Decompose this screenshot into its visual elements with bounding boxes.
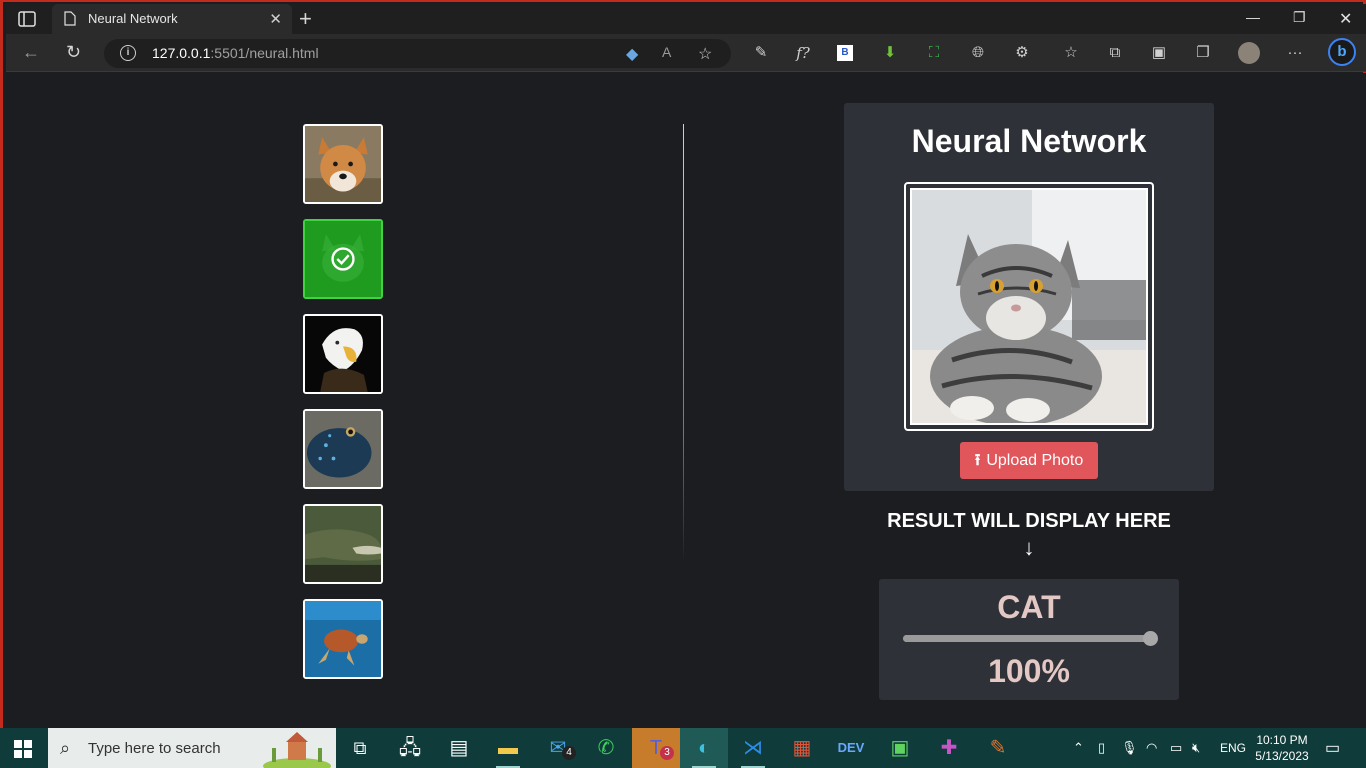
restore-icon[interactable]: ❐ [1293,9,1306,26]
refresh-icon[interactable]: ↻ [66,42,81,63]
confidence-knob [1143,631,1158,646]
url-path: :5501/neural.html [210,45,319,61]
search-placeholder: Type here to search [88,740,221,757]
result-class: CAT [997,589,1061,625]
taskbar-search[interactable]: ⌕ Type here to search [48,728,336,768]
minimize-icon[interactable]: — [1246,9,1260,25]
news-app-icon[interactable]: ▤ [435,728,483,768]
terminal-app-icon[interactable]: ▣ [876,728,924,768]
browser-window: Neural Network ✕ + — ❐ ✕ ← ↻ i 127.0.0.1… [0,0,1366,730]
confidence-bar [903,631,1158,646]
confidence-fill [903,635,1151,642]
task-view-icon[interactable]: ⧉ [336,728,384,768]
url-text: 127.0.0.1:5501/neural.html [152,45,319,61]
profile-avatar[interactable] [1238,42,1260,64]
formula-extension-icon[interactable]: f? [793,43,813,63]
mail-icon[interactable]: ✉ 4 [534,728,582,768]
tab-neural-network[interactable]: Neural Network ✕ [52,4,292,34]
close-window-icon[interactable]: ✕ [1339,9,1352,29]
tag-icon[interactable]: ◆ [626,44,638,64]
upload-photo-label: Upload Photo [986,452,1084,469]
screenshot-extension-icon[interactable]: ⛶ [924,43,944,63]
vscode-icon[interactable]: ⋊ [729,728,777,768]
dog-image [305,126,381,202]
cat-thumb-checked [305,221,381,297]
microphone-icon[interactable]: 🎙︎ [1121,740,1138,756]
thumbnail-turtle[interactable] [303,599,383,679]
fish-image [305,411,381,487]
split-screen-icon[interactable]: ❐ [1193,43,1213,63]
crocodile-image [305,506,381,582]
site-info-icon[interactable]: i [120,45,136,61]
page-title: Neural Network [911,123,1147,159]
language-indicator[interactable]: ENG [1220,741,1246,755]
back-icon[interactable]: ← [22,42,40,63]
tab-bar: Neural Network ✕ + — ❐ ✕ [6,4,1366,34]
upload-photo-button[interactable]: ⭱ Upload Photo [960,442,1098,479]
clock-time: 10:10 PM [1256,733,1308,747]
paint-app-icon[interactable]: ✎ [974,728,1022,768]
dev-app-icon[interactable]: DEV [827,728,875,768]
pen-extension-icon[interactable]: ✎ [751,43,771,63]
windows-start-icon[interactable] [14,740,32,758]
image-preview [904,182,1154,431]
search-icon: ⌕ [60,738,71,758]
turtle-image [305,601,381,677]
page-content: Neural Network ⭱ Upload Photo RESULT WIL… [6,73,1366,730]
tab-actions-icon[interactable] [16,10,38,28]
tools-app-icon[interactable]: ✚ [925,728,973,768]
collections-icon[interactable]: ⧉ [1105,43,1125,63]
thumbnail-cat-selected[interactable] [303,219,383,299]
cat-photo [912,190,1146,423]
browser-toolbar: ← ↻ i 127.0.0.1:5501/neural.html ◆ A ☆ ✎… [6,34,1366,72]
teams-badge: 3 [660,746,674,760]
eagle-image [305,316,381,392]
edge-icon[interactable]: ◐ [680,728,728,768]
address-bar[interactable]: i 127.0.0.1:5501/neural.html ◆ A ☆ [104,39,731,68]
result-heading: RESULT WILL DISPLAY HERE [887,510,1171,532]
extensions-icon[interactable]: ⚙ [1012,43,1032,63]
bing-chat-icon[interactable]: b [1328,38,1356,66]
more-menu-icon[interactable]: ··· [1285,43,1305,63]
battery-icon[interactable]: ▭ [1170,740,1182,756]
taskbar-clock[interactable]: 10:10 PM 5/13/2023 [1250,732,1314,764]
tab-title: Neural Network [88,11,178,26]
result-panel: CAT 100% [879,579,1179,700]
thumbnail-fish[interactable] [303,409,383,489]
file-explorer-icon[interactable]: ▬ [484,728,532,768]
read-aloud-icon[interactable]: A [662,44,671,60]
volume-muted-icon[interactable]: 🔇︎ [1192,740,1200,756]
b-extension-icon[interactable]: B [837,45,853,61]
result-percent: 100% [988,653,1070,689]
teams-icon[interactable]: T3 [632,728,680,768]
thumbnail-dog[interactable] [303,124,383,204]
thumbnail-crocodile[interactable] [303,504,383,584]
wifi-icon[interactable]: ◠ [1146,740,1157,756]
windows-taskbar: ⌕ Type here to search ⧉ 🖧︎ ▤ ▬ ✉ 4 ✆ T3 ◐… [0,728,1366,768]
tray-overflow-icon[interactable]: ⌃ [1073,740,1084,756]
thumbnail-eagle[interactable] [303,314,383,394]
whatsapp-icon[interactable]: ✆ [582,728,630,768]
neural-network-card: Neural Network ⭱ Upload Photo [844,103,1214,491]
device-icon[interactable]: ▯ [1098,740,1105,756]
favorites-icon[interactable]: ☆ [1061,43,1081,63]
download-extension-icon[interactable]: ⬇ [880,43,900,63]
close-tab-icon[interactable]: ✕ [269,10,282,28]
arrow-down-icon: ↓ [1023,535,1035,560]
clock-date: 5/13/2023 [1255,749,1309,763]
vertical-divider [683,124,684,564]
search-highlight-illustration [263,732,331,768]
web-capture-icon[interactable]: ▣ [1149,43,1169,63]
mail-badge: 4 [562,746,576,760]
office-app-icon[interactable]: ▦ [778,728,826,768]
globe-icon[interactable]: 🌐︎ [968,43,988,63]
new-tab-icon[interactable]: + [299,6,312,32]
notification-icon[interactable]: ▭ [1325,738,1340,758]
url-host: 127.0.0.1 [152,45,211,61]
upload-icon: ⭱ [974,452,981,469]
network-app-icon[interactable]: 🖧︎ [386,728,434,768]
page-icon [64,11,76,26]
add-favorite-icon[interactable]: ☆ [698,44,712,64]
